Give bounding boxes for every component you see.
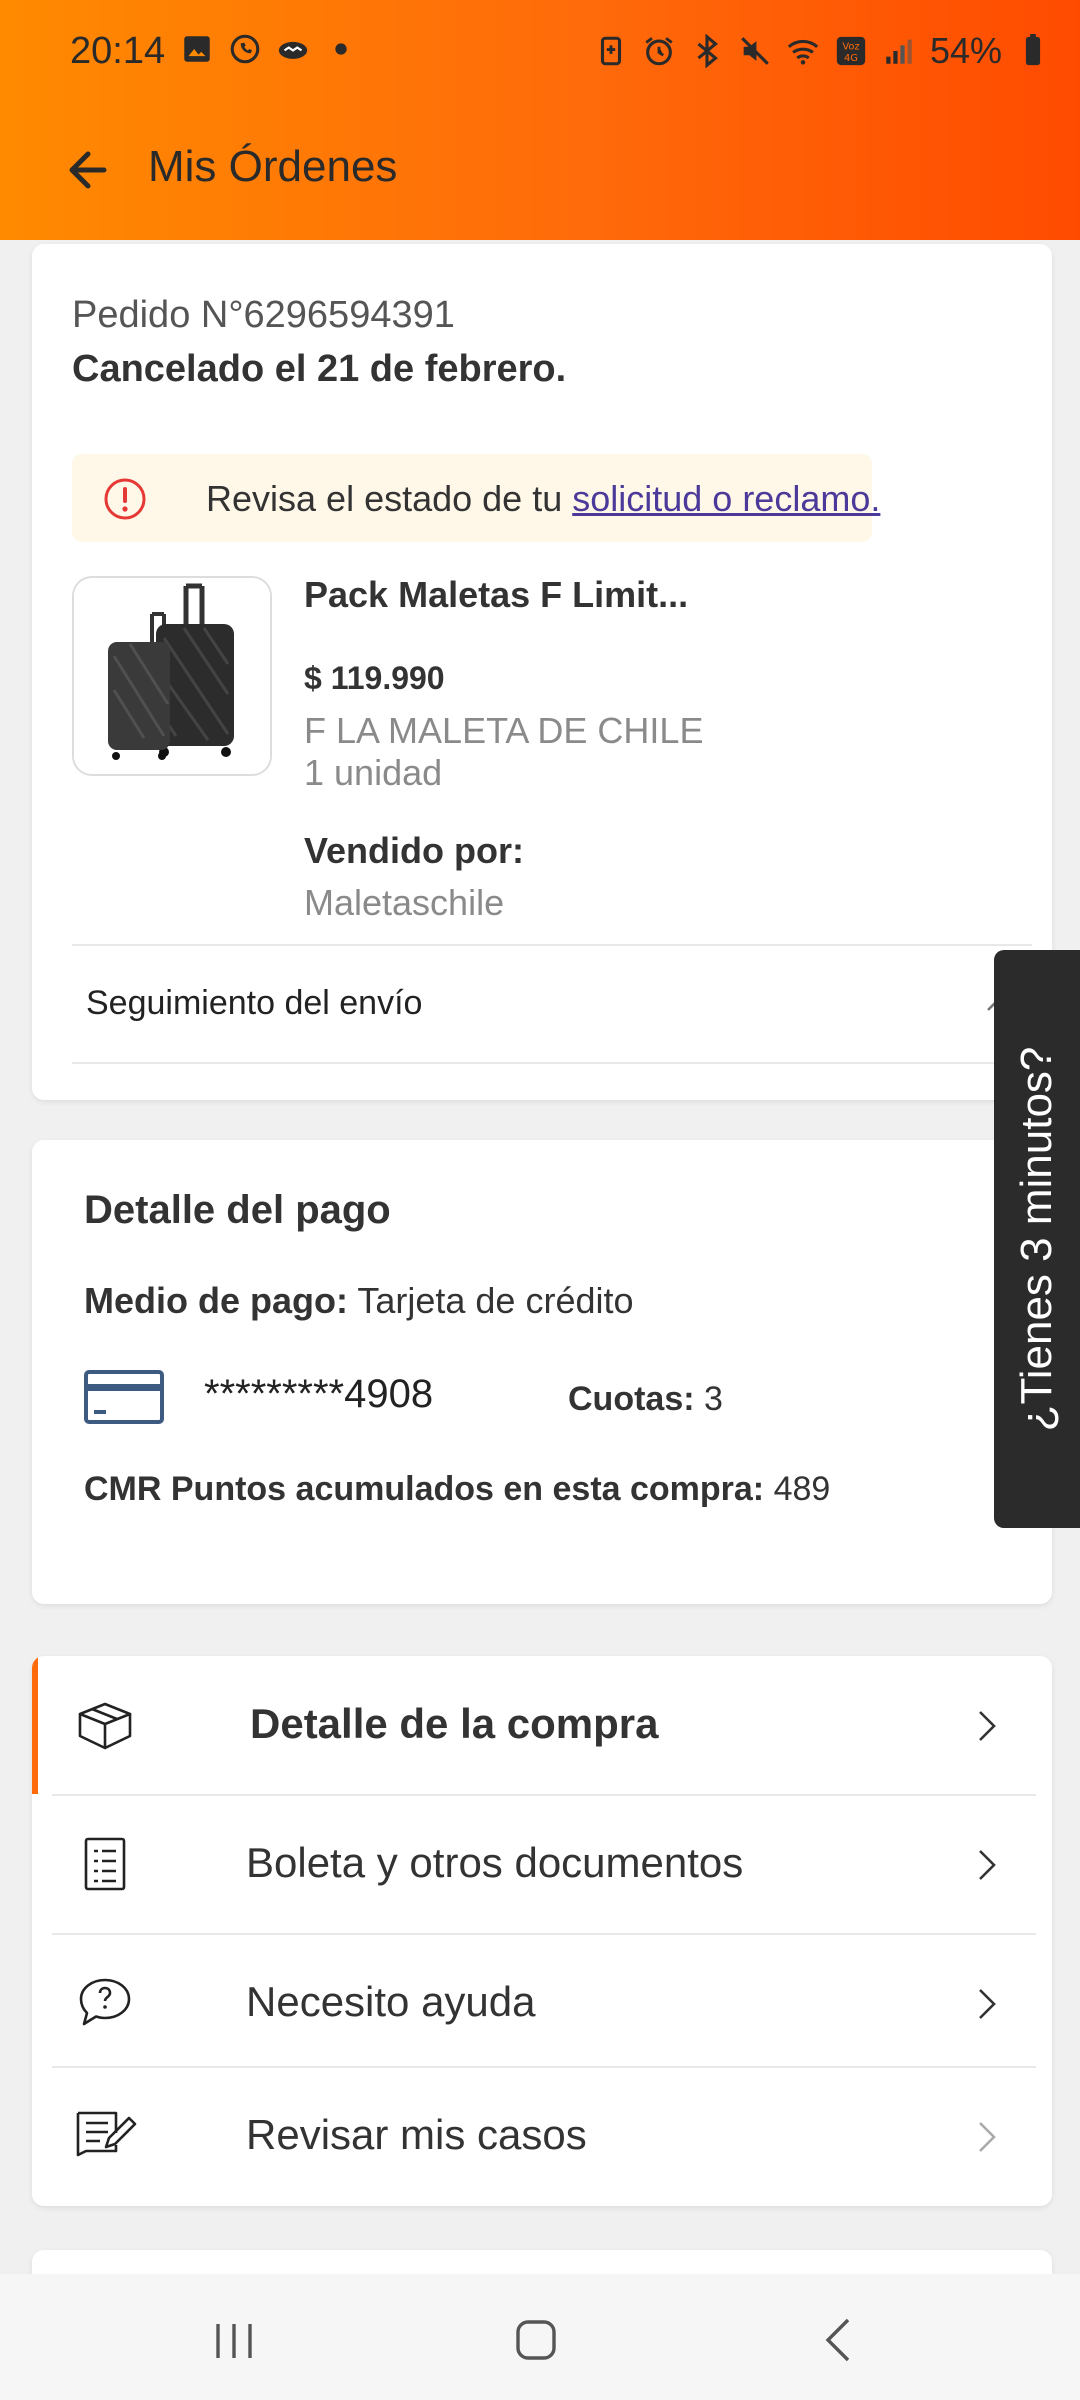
product-image[interactable] (72, 576, 272, 776)
claim-link[interactable]: solicitud o reclamo. (572, 478, 880, 519)
product-quantity: 1 unidad (304, 752, 443, 793)
handshake-icon (278, 41, 308, 59)
order-actions-menu: Detalle de la compra Boleta y otros docu… (32, 1656, 1052, 2206)
menu-item-documents[interactable]: Boleta y otros documentos (32, 1795, 1052, 1933)
mute-icon (741, 37, 769, 65)
chevron-right-icon (979, 2122, 996, 2152)
installments-value: 3 (694, 1380, 723, 1418)
menu-item-purchase-detail[interactable]: Detalle de la compra (32, 1656, 1052, 1794)
home-icon[interactable] (506, 2310, 566, 2370)
order-number: Pedido N°6296594391 (72, 294, 455, 336)
menu-item-label: Detalle de la compra (250, 1700, 659, 1747)
order-status: Cancelado el 21 de febrero. (72, 348, 567, 390)
volte-4g-icon: Voz4G (836, 36, 866, 66)
wifi-icon (787, 39, 819, 65)
error-icon (104, 478, 146, 520)
chevron-right-icon (979, 1989, 996, 2019)
status-bar: 20:14 Voz 4G 54% (0, 0, 1080, 108)
product-name[interactable]: Pack Maletas F Limit... (304, 574, 688, 616)
shipment-tracking-toggle[interactable]: Seguimiento del envío (72, 944, 1032, 1064)
tracking-label: Seguimiento del envío (86, 984, 423, 1022)
notification-icons (180, 32, 358, 66)
whatsapp-icon (230, 34, 260, 64)
payment-title: Detalle del pago (84, 1188, 391, 1232)
cmr-points-value: 489 (764, 1470, 831, 1508)
payment-method: Medio de pago: Tarjeta de crédito (84, 1280, 634, 1322)
page-title: Mis Órdenes (148, 142, 398, 191)
installments: Cuotas: 3 (568, 1380, 723, 1419)
alarm-icon (645, 37, 673, 66)
menu-item-my-cases[interactable]: Revisar mis casos (32, 2067, 1052, 2205)
payment-method-label: Medio de pago: (84, 1280, 348, 1321)
battery-saver-icon (600, 36, 621, 66)
installments-label: Cuotas: (568, 1380, 695, 1418)
dot-icon (335, 43, 347, 55)
battery-icon (1025, 34, 1041, 66)
chevron-right-icon (979, 1850, 996, 1880)
signal-icon (886, 39, 912, 64)
suitcase-image (74, 578, 270, 774)
payment-card: Detalle del pago Medio de pago: Tarjeta … (32, 1140, 1052, 1604)
system-icons: Voz 4G 54% (594, 30, 1050, 72)
menu-item-label: Revisar mis casos (246, 2111, 587, 2158)
app-bar: Mis Órdenes (0, 120, 1080, 220)
svg-text:4G: 4G (844, 53, 858, 64)
system-navigation-bar (0, 2274, 1080, 2400)
card-number: *********4908 (204, 1372, 434, 1416)
gallery-icon (184, 36, 210, 62)
battery-level: 54% (929, 30, 1002, 71)
credit-card-icon (84, 1370, 164, 1424)
bluetooth-icon (697, 34, 718, 68)
sold-by-label: Vendido por: (304, 830, 524, 871)
document-list-icon (84, 1837, 126, 1891)
chevron-right-icon (979, 1711, 996, 1741)
recent-apps-icon[interactable] (204, 2310, 264, 2370)
edit-notes-icon (76, 2111, 137, 2157)
survey-side-tab-label: ¿Tienes 3 minutos? (1012, 1046, 1061, 1432)
menu-item-help[interactable]: Necesito ayuda (32, 1934, 1052, 2072)
active-indicator (32, 1656, 38, 1794)
order-card: Pedido N°6296594391 Cancelado el 21 de f… (32, 244, 1052, 1100)
back-icon[interactable] (810, 2310, 870, 2370)
menu-item-label: Necesito ayuda (246, 1978, 536, 2025)
package-icon (78, 1702, 132, 1750)
product-price: $ 119.990 (304, 660, 445, 696)
claim-alert: Revisa el estado de tu solicitud o recla… (72, 454, 880, 542)
cmr-points-label: CMR Puntos acumulados en esta compra: (84, 1470, 765, 1508)
header: 20:14 Voz 4G 54% Mis Órdenes (0, 0, 1080, 240)
product-brand: F LA MALETA DE CHILE (304, 710, 704, 751)
status-time: 20:14 (70, 30, 166, 72)
alert-message: Revisa el estado de tu solicitud o recla… (206, 478, 880, 520)
divider (72, 1062, 1032, 1064)
svg-text:Voz: Voz (842, 42, 859, 53)
cmr-points: CMR Puntos acumulados en esta compra: 48… (84, 1470, 830, 1509)
seller-name: Maletaschile (304, 882, 505, 923)
alert-text: Revisa el estado de tu (206, 478, 573, 519)
survey-side-tab[interactable]: ¿Tienes 3 minutos? (994, 950, 1080, 1528)
back-arrow-icon[interactable] (60, 140, 130, 200)
payment-method-value: Tarjeta de crédito (348, 1280, 634, 1321)
menu-item-label: Boleta y otros documentos (246, 1839, 744, 1886)
help-chat-icon (79, 1978, 131, 2026)
